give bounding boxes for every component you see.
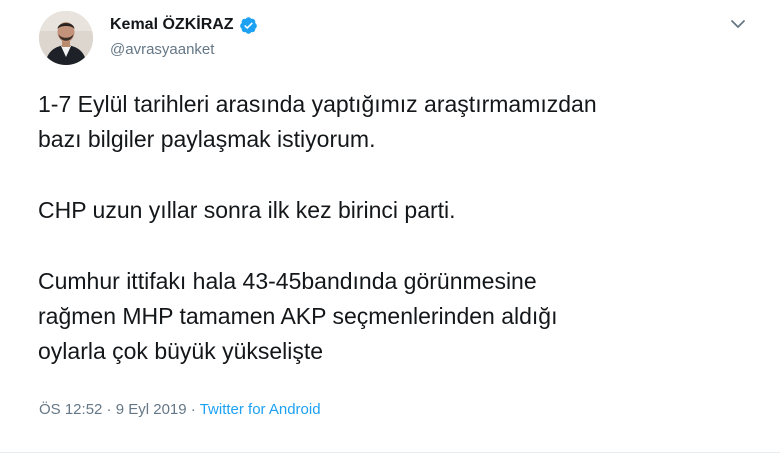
avatar-photo-icon <box>39 11 93 65</box>
verified-badge-icon <box>239 16 258 35</box>
tweet-time[interactable]: ÖS 12:52 <box>39 401 102 418</box>
tweet-text-line: bazı bilgiler paylaşmak istiyorum. <box>38 126 376 152</box>
tweet-date[interactable]: 9 Eyl 2019 <box>116 401 187 418</box>
chevron-down-icon[interactable] <box>728 14 748 34</box>
author-display-name[interactable]: Kemal ÖZKİRAZ <box>110 15 234 35</box>
tweet-text-line: rağmen MHP tamamen AKP seçmenlerinden al… <box>38 303 558 329</box>
tweet-text-line: Cumhur ittifakı hala 43-45bandında görün… <box>38 268 537 294</box>
tweet-text: 1-7 Eylül tarihleri arasında yaptığımız … <box>38 87 758 369</box>
author-handle[interactable]: @avrasyaanket <box>110 40 214 60</box>
tweet-source-link[interactable]: Twitter for Android <box>200 401 321 418</box>
avatar[interactable] <box>39 11 93 65</box>
tweet-meta: ÖS 12:52 · 9 Eyl 2019 · Twitter for Andr… <box>39 400 321 420</box>
tweet-card: Kemal ÖZKİRAZ @avrasyaanket 1-7 Eylül ta… <box>0 0 780 453</box>
tweet-text-line: oylarla çok büyük yükselişte <box>38 338 324 364</box>
tweet-text-line: 1-7 Eylül tarihleri arasında yaptığımız … <box>38 91 597 117</box>
tweet-text-line: CHP uzun yıllar sonra ilk kez birinci pa… <box>38 197 456 223</box>
meta-separator: · <box>102 401 116 418</box>
author-name-row[interactable]: Kemal ÖZKİRAZ <box>110 15 258 35</box>
meta-separator: · <box>186 401 200 418</box>
